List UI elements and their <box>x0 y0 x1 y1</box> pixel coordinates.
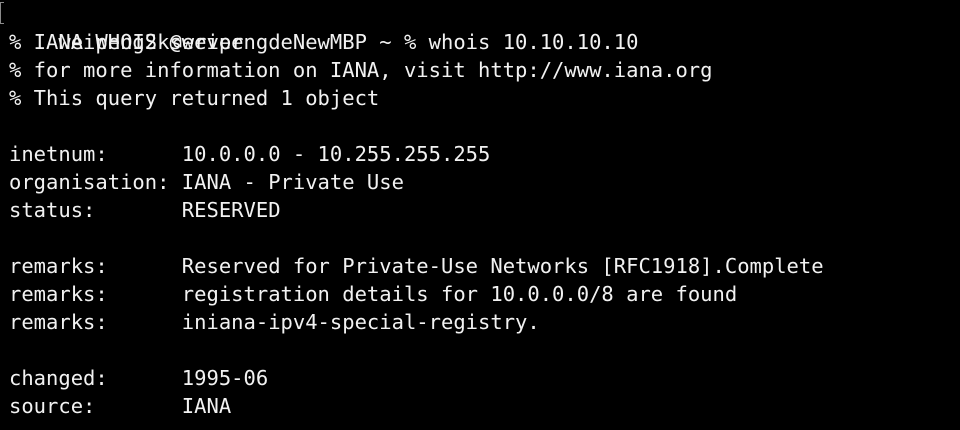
output-header-line: % for more information on IANA, visit ht… <box>9 58 713 82</box>
record-value: 10.0.0.0 - 10.255.255.255 <box>181 142 491 166</box>
terminal-window[interactable]: weipeng2k@weipengdeNewMBP ~ % whois 10.1… <box>0 0 960 430</box>
output-record-line: organisation: IANA - Private Use <box>9 168 960 196</box>
record-key: inetnum: <box>9 142 182 166</box>
output-record-line: status: RESERVED <box>9 196 960 224</box>
line-marker-bracket <box>0 2 4 24</box>
record-value: iniana-ipv4-special-registry. <box>181 310 540 334</box>
record-value: 1995-06 <box>181 366 269 390</box>
command-line: weipeng2k@weipengdeNewMBP ~ % whois 10.1… <box>0 0 960 54</box>
output-record-line: remarks: iniana-ipv4-special-registry. <box>9 308 960 336</box>
record-value: RESERVED <box>181 198 281 222</box>
record-value: IANA <box>181 394 232 418</box>
record-value: IANA - Private Use <box>181 170 404 194</box>
output-record-line: source: IANA <box>9 392 960 420</box>
record-key: source: <box>9 394 182 418</box>
output-record-line: remarks: registration details for 10.0.0… <box>9 280 960 308</box>
record-key: status: <box>9 198 182 222</box>
record-key: remarks: <box>9 282 182 306</box>
record-value: Reserved for Private-Use Networks [RFC19… <box>181 254 824 278</box>
output-header-line: % This query returned 1 object <box>9 86 380 110</box>
output-header-line: % IANA WHOIS server <box>9 30 244 54</box>
record-key: changed: <box>9 366 182 390</box>
record-key: organisation: <box>9 170 182 194</box>
record-key: remarks: <box>9 254 182 278</box>
output-record-line: remarks: Reserved for Private-Use Networ… <box>9 252 960 280</box>
record-value: registration details for 10.0.0.0/8 are … <box>181 282 738 306</box>
output-record-line: inetnum: 10.0.0.0 - 10.255.255.255 <box>9 140 960 168</box>
output-record-line: changed: 1995-06 <box>9 364 960 392</box>
record-key: remarks: <box>9 310 182 334</box>
